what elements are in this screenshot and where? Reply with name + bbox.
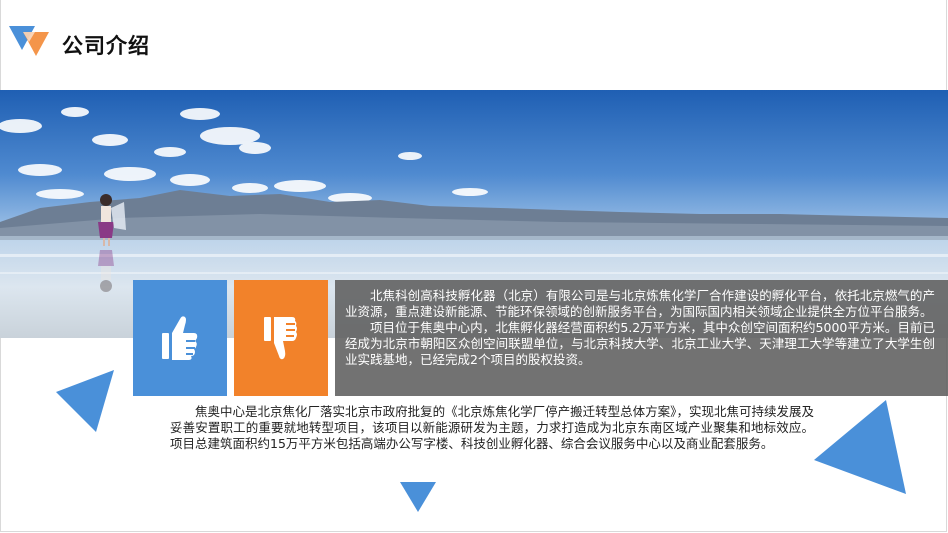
project-paragraph: 焦奥中心是北京焦化厂落实北京市政府批复的《北京炼焦化学厂停产搬迁转型总体方案》，… <box>170 404 814 451</box>
intro-text-panel: 北焦科创高科技孵化器（北京）有限公司是与北京炼焦化学厂合作建设的孵化平台，依托北… <box>335 280 948 396</box>
thumbs-down-icon <box>264 317 297 360</box>
intro-paragraph-2: 项目位于焦奥中心内，北焦孵化器经营面积约5.2万平方米，其中众创空间面积约500… <box>345 320 935 367</box>
page-title: 公司介绍 <box>62 34 150 58</box>
project-description: 焦奥中心是北京焦化厂落实北京市政府批复的《北京炼焦化学厂停产搬迁转型总体方案》，… <box>170 404 814 452</box>
thumbs-up-box <box>133 280 227 396</box>
intro-paragraph-1: 北焦科创高科技孵化器（北京）有限公司是与北京炼焦化学厂合作建设的孵化平台，依托北… <box>345 288 935 319</box>
thumbs-up-icon <box>162 316 198 360</box>
decor-triangle-left <box>56 370 114 432</box>
logo-triangle-icon <box>9 26 49 56</box>
decor-triangle-right <box>814 400 906 494</box>
decor-triangle-bottom <box>400 482 436 512</box>
thumbs-down-box <box>234 280 328 396</box>
